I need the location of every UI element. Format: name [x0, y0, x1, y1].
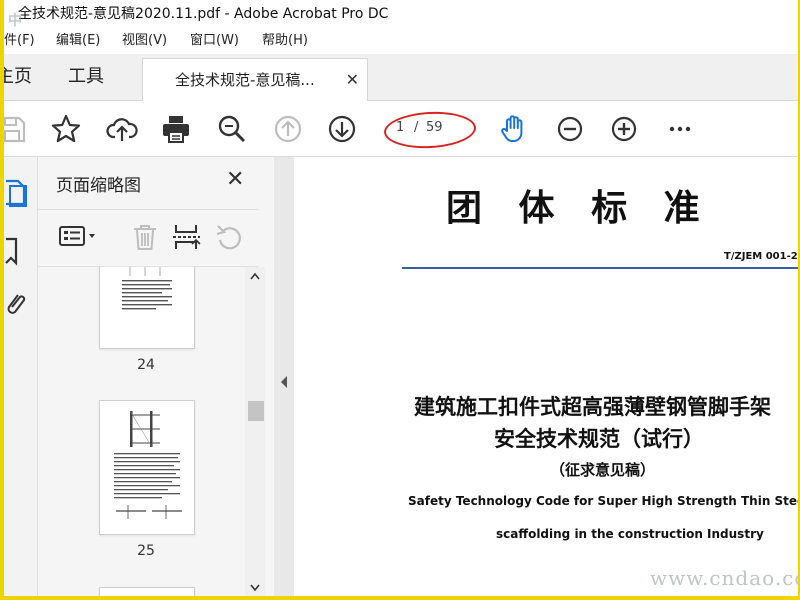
page-down-icon[interactable]: [326, 113, 358, 145]
scrollbar-thumb[interactable]: [248, 401, 264, 421]
window-title: 全技术规范-意见稿2020.11.pdf - Adobe Acrobat Pro…: [18, 6, 389, 22]
print-icon[interactable]: [160, 113, 192, 145]
zoom-in-icon[interactable]: [608, 113, 640, 145]
zoom-out-icon[interactable]: [554, 113, 586, 145]
hand-tool-icon[interactable]: [498, 113, 530, 145]
panel-title: 页面缩略图: [56, 176, 141, 196]
cloud-upload-icon[interactable]: [106, 113, 138, 145]
doc-title-line1: 建筑施工扣件式超高强薄壁钢管脚手架: [414, 395, 771, 419]
menu-edit[interactable]: 编辑(E): [56, 28, 100, 54]
thumbnail-label: 25: [137, 543, 155, 559]
thumbnail-list: 24 25: [38, 267, 244, 596]
page-thumbnails-icon[interactable]: [4, 177, 32, 209]
attachments-icon[interactable]: [4, 289, 30, 319]
thumbnail-label: 24: [137, 357, 155, 373]
menu-help[interactable]: 帮助(H): [262, 28, 308, 54]
doc-english-line2: scaffolding in the construction Industry: [496, 527, 764, 541]
site-watermark: www.cndao.com: [650, 566, 800, 590]
bookmark-star-icon[interactable]: [50, 113, 82, 145]
tab-close-button[interactable]: ✕: [346, 59, 359, 101]
collapse-arrow-icon[interactable]: [279, 375, 289, 389]
insert-page-icon[interactable]: [172, 222, 202, 252]
tab-home[interactable]: 主页: [4, 54, 32, 100]
bookmarks-icon[interactable]: [4, 237, 28, 267]
tab-tools[interactable]: 工具: [68, 54, 104, 100]
thumbnail-page-24[interactable]: [99, 267, 195, 349]
menu-view[interactable]: 视图(V): [122, 28, 167, 54]
menu-bar: 件(F) 编辑(E) 视图(V) 窗口(W) 帮助(H): [4, 28, 798, 54]
menu-file[interactable]: 件(F): [4, 28, 35, 54]
panel-close-button[interactable]: ✕: [226, 167, 244, 192]
delete-page-icon[interactable]: [130, 222, 160, 252]
save-icon[interactable]: [4, 113, 28, 145]
rotate-page-icon[interactable]: [214, 222, 244, 252]
tab-document[interactable]: 全技术规范-意见稿... ✕: [142, 58, 368, 102]
tab-document-label: 全技术规范-意见稿...: [175, 71, 315, 89]
doc-subtitle: （征求意见稿）: [550, 461, 656, 479]
title-bar: 全技术规范-意见稿2020.11.pdf - Adobe Acrobat Pro…: [4, 0, 798, 28]
panel-collapse-strip[interactable]: [274, 157, 294, 596]
thumbnail-page-25[interactable]: [99, 400, 195, 535]
page-thumbnails-panel: 页面缩略图 ✕ 24 25: [38, 157, 275, 596]
menu-window[interactable]: 窗口(W): [190, 28, 239, 54]
more-tools-icon[interactable]: [664, 113, 696, 145]
watermark-logo: 中: [8, 13, 22, 29]
doc-heading: 团 体 标 准: [446, 188, 712, 229]
doc-title-line2: 安全技术规范（试行）: [494, 427, 704, 451]
page-up-icon[interactable]: [272, 113, 304, 145]
doc-standard-code: T/ZJEM 001-20: [724, 251, 798, 262]
scroll-down-arrow-icon[interactable]: [249, 583, 261, 593]
acrobat-window: 全技术规范-意见稿2020.11.pdf - Adobe Acrobat Pro…: [4, 0, 798, 596]
left-nav-rail: [4, 157, 38, 596]
tab-bar: 主页 工具 全技术规范-意见稿... ✕: [4, 54, 798, 102]
doc-english-line1: Safety Technology Code for Super High St…: [408, 494, 798, 508]
thumbnail-scrollbar[interactable]: [245, 267, 265, 596]
panel-toolbar: [38, 209, 258, 267]
thumbnail-page-26[interactable]: [99, 587, 195, 596]
thumbnail-options-icon[interactable]: [56, 222, 95, 252]
search-zoom-icon[interactable]: [216, 113, 248, 145]
doc-header-rule: [402, 267, 798, 269]
scroll-up-arrow-icon[interactable]: [249, 271, 261, 281]
document-view[interactable]: 团 体 标 准 T/ZJEM 001-20 建筑施工扣件式超高强薄壁钢管脚手架 …: [294, 157, 798, 596]
